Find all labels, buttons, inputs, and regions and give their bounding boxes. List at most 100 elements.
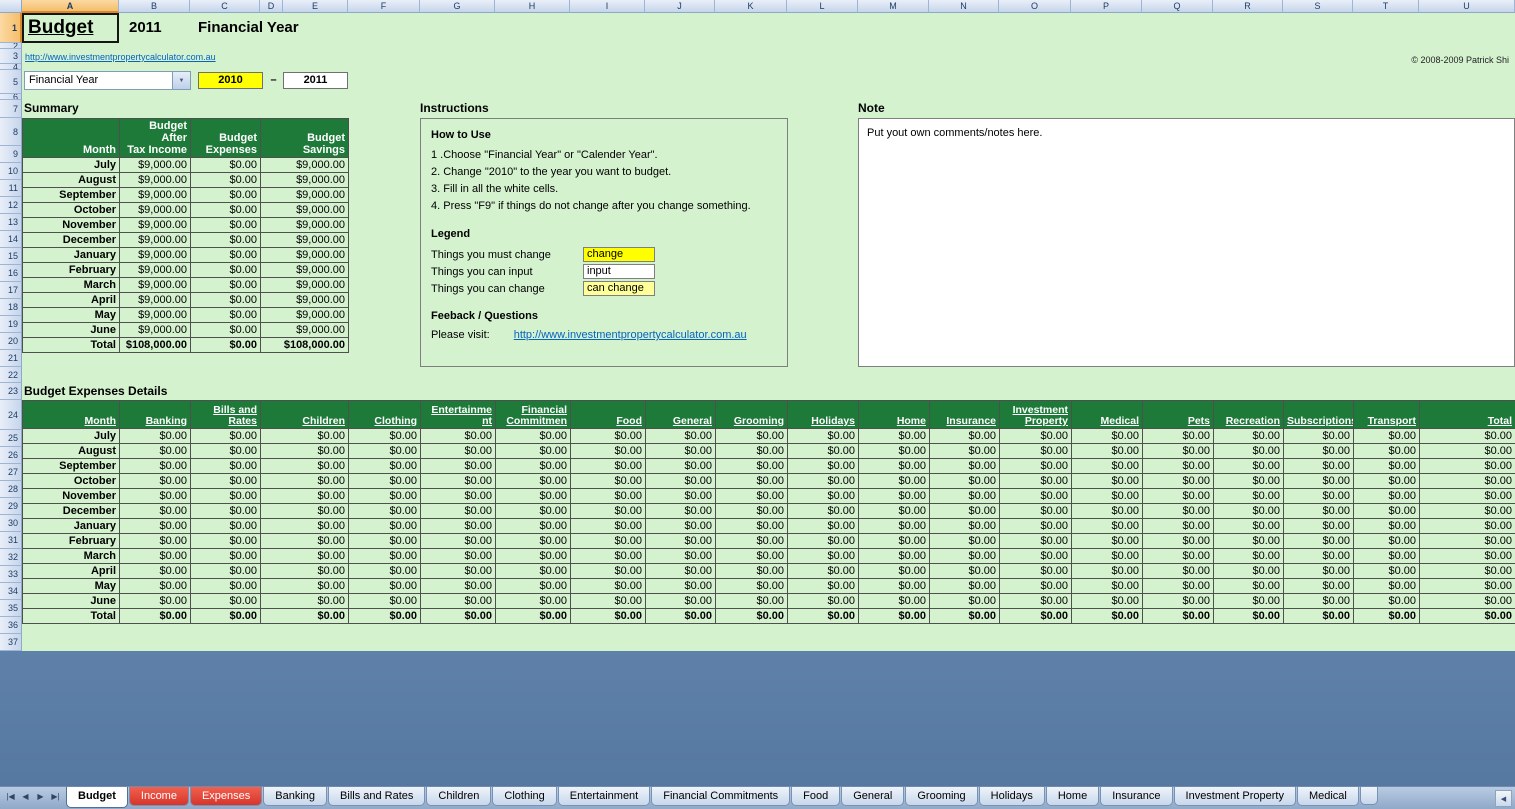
expenses-value-cell[interactable]: $0.00 xyxy=(1354,549,1420,564)
expenses-value-cell[interactable]: $0.00 xyxy=(716,474,788,489)
expenses-value-cell[interactable]: $0.00 xyxy=(1284,564,1354,579)
expenses-value-cell[interactable]: $0.00 xyxy=(349,534,421,549)
expenses-value-cell[interactable]: $0.00 xyxy=(349,489,421,504)
expenses-value-cell[interactable]: $0.00 xyxy=(716,504,788,519)
expenses-value-cell[interactable]: $0.00 xyxy=(191,549,261,564)
expenses-value-cell[interactable]: $0.00 xyxy=(716,489,788,504)
expenses-value-cell[interactable]: $0.00 xyxy=(1143,459,1214,474)
note-box[interactable]: Put yout own comments/notes here. xyxy=(858,118,1515,367)
expenses-total-cell[interactable]: $0.00 xyxy=(1143,609,1214,624)
expenses-month-cell[interactable]: January xyxy=(23,519,120,534)
summary-column-header[interactable]: Month xyxy=(23,119,120,158)
expenses-value-cell[interactable]: $0.00 xyxy=(859,504,930,519)
expenses-value-cell[interactable]: $0.00 xyxy=(1284,534,1354,549)
expenses-value-cell[interactable]: $0.00 xyxy=(1214,459,1284,474)
expenses-value-cell[interactable]: $0.00 xyxy=(1000,579,1072,594)
summary-column-header[interactable]: Budget After Tax Income xyxy=(120,119,191,158)
tab-bills-and-rates[interactable]: Bills and Rates xyxy=(328,787,425,806)
expenses-total-cell[interactable]: $0.00 xyxy=(1354,609,1420,624)
expenses-value-cell[interactable]: $0.00 xyxy=(191,579,261,594)
expenses-value-cell[interactable]: $0.00 xyxy=(1420,534,1515,549)
expenses-value-cell[interactable]: $0.00 xyxy=(1420,564,1515,579)
row-header-9[interactable]: 9 xyxy=(0,146,22,163)
column-header-N[interactable]: N xyxy=(929,0,999,13)
expenses-value-cell[interactable]: $0.00 xyxy=(571,549,646,564)
expenses-value-cell[interactable]: $0.00 xyxy=(496,579,571,594)
summary-month-cell[interactable]: November xyxy=(23,218,120,233)
expenses-month-cell[interactable]: February xyxy=(23,534,120,549)
expenses-category-header[interactable]: Holidays xyxy=(788,401,859,429)
expenses-category-header[interactable]: Pets xyxy=(1143,401,1214,429)
summary-income-cell[interactable]: $9,000.00 xyxy=(120,263,191,278)
column-header-M[interactable]: M xyxy=(858,0,929,13)
expenses-value-cell[interactable]: $0.00 xyxy=(496,594,571,609)
expenses-value-cell[interactable]: $0.00 xyxy=(349,459,421,474)
tab-home[interactable]: Home xyxy=(1046,787,1099,806)
expenses-value-cell[interactable]: $0.00 xyxy=(261,444,349,459)
expenses-value-cell[interactable]: $0.00 xyxy=(1143,564,1214,579)
expenses-value-cell[interactable]: $0.00 xyxy=(788,549,859,564)
expenses-value-cell[interactable]: $0.00 xyxy=(1072,549,1143,564)
row-header-29[interactable]: 29 xyxy=(0,498,22,515)
summary-total-expenses[interactable]: $0.00 xyxy=(191,338,261,353)
partial-tab[interactable] xyxy=(1360,787,1378,805)
row-header-21[interactable]: 21 xyxy=(0,350,22,367)
column-header-O[interactable]: O xyxy=(999,0,1071,13)
row-header-22[interactable]: 22 xyxy=(0,367,22,383)
expenses-total-cell[interactable]: $0.00 xyxy=(1284,609,1354,624)
summary-expenses-cell[interactable]: $0.00 xyxy=(191,188,261,203)
expenses-value-cell[interactable]: $0.00 xyxy=(930,429,1000,444)
expenses-value-cell[interactable]: $0.00 xyxy=(1354,474,1420,489)
column-header-G[interactable]: G xyxy=(420,0,495,13)
expenses-value-cell[interactable]: $0.00 xyxy=(496,429,571,444)
summary-column-header[interactable]: Budget Savings xyxy=(261,119,349,158)
summary-month-cell[interactable]: October xyxy=(23,203,120,218)
expenses-value-cell[interactable]: $0.00 xyxy=(1143,444,1214,459)
column-header-U[interactable]: U xyxy=(1419,0,1515,13)
expenses-value-cell[interactable]: $0.00 xyxy=(1214,579,1284,594)
column-header-C[interactable]: C xyxy=(190,0,260,13)
expenses-value-cell[interactable]: $0.00 xyxy=(1072,579,1143,594)
expenses-value-cell[interactable]: $0.00 xyxy=(1143,534,1214,549)
summary-column-header[interactable]: Budget Expenses xyxy=(191,119,261,158)
expenses-value-cell[interactable]: $0.00 xyxy=(191,519,261,534)
row-header-1[interactable]: 1 xyxy=(0,13,22,43)
expenses-total-cell[interactable]: $0.00 xyxy=(1214,609,1284,624)
expenses-value-cell[interactable]: $0.00 xyxy=(1143,489,1214,504)
expenses-total-cell[interactable]: $0.00 xyxy=(1072,609,1143,624)
expenses-value-cell[interactable]: $0.00 xyxy=(1284,549,1354,564)
summary-savings-cell[interactable]: $9,000.00 xyxy=(261,233,349,248)
expenses-value-cell[interactable]: $0.00 xyxy=(788,444,859,459)
expenses-value-cell[interactable]: $0.00 xyxy=(646,459,716,474)
summary-expenses-cell[interactable]: $0.00 xyxy=(191,323,261,338)
row-header-13[interactable]: 13 xyxy=(0,214,22,231)
row-header-20[interactable]: 20 xyxy=(0,333,22,350)
expenses-value-cell[interactable]: $0.00 xyxy=(191,474,261,489)
summary-total-savings[interactable]: $108,000.00 xyxy=(261,338,349,353)
expenses-value-cell[interactable]: $0.00 xyxy=(1000,549,1072,564)
summary-expenses-cell[interactable]: $0.00 xyxy=(191,293,261,308)
expenses-total-cell[interactable]: $0.00 xyxy=(646,609,716,624)
expenses-month-cell[interactable]: April xyxy=(23,564,120,579)
expenses-value-cell[interactable]: $0.00 xyxy=(421,579,496,594)
tab-financial-commitments[interactable]: Financial Commitments xyxy=(651,787,790,806)
expenses-value-cell[interactable]: $0.00 xyxy=(571,534,646,549)
expenses-total-cell[interactable]: $0.00 xyxy=(120,609,191,624)
expenses-value-cell[interactable]: $0.00 xyxy=(1354,489,1420,504)
row-header-17[interactable]: 17 xyxy=(0,282,22,299)
expenses-value-cell[interactable]: $0.00 xyxy=(120,594,191,609)
expenses-category-header[interactable]: Food xyxy=(571,401,646,429)
row-header-27[interactable]: 27 xyxy=(0,464,22,481)
column-header-E[interactable]: E xyxy=(283,0,348,13)
expenses-value-cell[interactable]: $0.00 xyxy=(646,489,716,504)
expenses-value-cell[interactable]: $0.00 xyxy=(1420,459,1515,474)
expenses-value-cell[interactable]: $0.00 xyxy=(716,549,788,564)
expenses-value-cell[interactable]: $0.00 xyxy=(646,504,716,519)
expenses-value-cell[interactable]: $0.00 xyxy=(1284,579,1354,594)
summary-expenses-cell[interactable]: $0.00 xyxy=(191,308,261,323)
expenses-value-cell[interactable]: $0.00 xyxy=(788,519,859,534)
expenses-value-cell[interactable]: $0.00 xyxy=(788,564,859,579)
tab-holidays[interactable]: Holidays xyxy=(979,787,1045,806)
expenses-value-cell[interactable]: $0.00 xyxy=(421,534,496,549)
expenses-value-cell[interactable]: $0.00 xyxy=(930,504,1000,519)
